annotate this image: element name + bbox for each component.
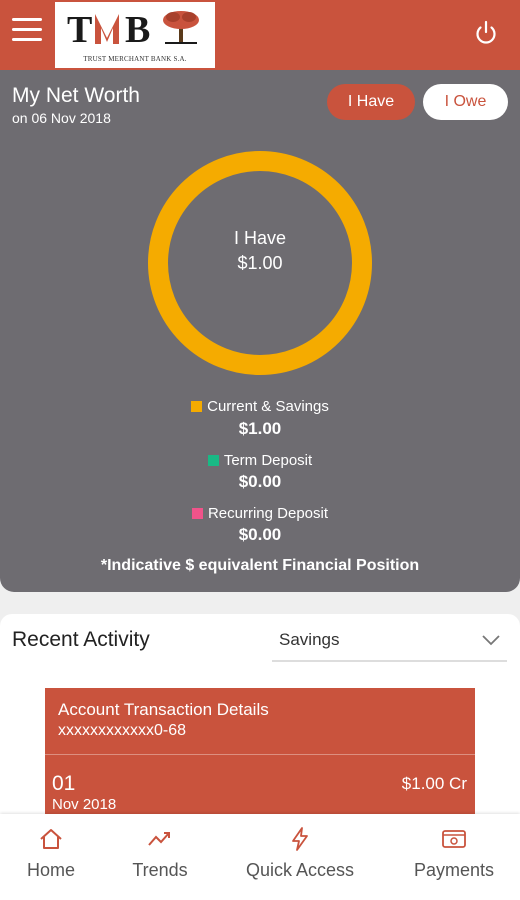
- app-header: T B TRUST MERCHANT BANK S.A.: [0, 0, 520, 70]
- transaction-card-title: Account Transaction Details: [58, 700, 269, 719]
- bank-logo: T B TRUST MERCHANT BANK S.A.: [55, 2, 215, 68]
- legend-label: Term Deposit: [223, 452, 313, 469]
- nav-payments-label: Payments: [413, 860, 495, 880]
- payments-icon: [442, 830, 466, 848]
- chevron-down-icon: [482, 635, 500, 646]
- nav-payments[interactable]: Payments: [395, 814, 513, 900]
- power-icon[interactable]: [472, 19, 500, 47]
- transaction-month: Nov 2018: [52, 796, 117, 813]
- nav-quick-access-label: Quick Access: [245, 860, 355, 880]
- divider: [45, 754, 475, 755]
- bottom-nav: Home Trends Quick Access Payments: [0, 814, 520, 900]
- nav-trends-label: Trends: [132, 860, 188, 880]
- account-number: xxxxxxxxxxxx0-68: [58, 722, 187, 739]
- nav-trends[interactable]: Trends: [110, 814, 210, 900]
- legend-label: Recurring Deposit: [207, 505, 329, 522]
- legend-swatch: [207, 455, 219, 466]
- legend-value: $1.00: [238, 419, 282, 438]
- transaction-card[interactable]: Account Transaction Details xxxxxxxxxxxx…: [45, 688, 475, 814]
- svg-text:T: T: [67, 9, 92, 51]
- svg-text:B: B: [125, 9, 150, 51]
- legend-recurring-deposit: Recurring Deposit: [0, 505, 520, 522]
- legend-swatch: [191, 508, 203, 519]
- bank-name-text: TRUST MERCHANT BANK S.A.: [83, 55, 187, 63]
- net-worth-card: My Net Worth on 06 Nov 2018 I Have I Owe…: [0, 70, 520, 592]
- nav-home[interactable]: Home: [0, 814, 102, 900]
- nav-quick-access[interactable]: Quick Access: [235, 814, 365, 900]
- home-icon: [40, 829, 62, 849]
- recent-activity-title: Recent Activity: [12, 628, 150, 651]
- donut-center-value: $1.00: [237, 253, 283, 273]
- legend-label: Current & Savings: [207, 398, 329, 415]
- legend-term-deposit: Term Deposit: [0, 452, 520, 469]
- legend-value: $0.00: [238, 525, 282, 544]
- footnote: *Indicative $ equivalent Financial Posit…: [100, 557, 420, 574]
- legend-value: $0.00: [238, 472, 282, 491]
- menu-icon[interactable]: [12, 18, 42, 44]
- account-type-value: Savings: [279, 630, 340, 649]
- legend-swatch: [191, 401, 203, 412]
- transaction-day: 01: [52, 772, 76, 795]
- legend-current-savings: Current & Savings: [0, 398, 520, 415]
- transaction-amount: $1.00 Cr: [401, 774, 467, 793]
- lightning-icon: [292, 827, 308, 851]
- account-type-select[interactable]: Savings: [272, 620, 507, 662]
- donut-center-label: I Have: [233, 228, 287, 248]
- trends-icon: [148, 832, 170, 846]
- nav-home-label: Home: [26, 860, 75, 880]
- recent-activity-panel: Recent Activity Savings Account Transact…: [0, 614, 520, 814]
